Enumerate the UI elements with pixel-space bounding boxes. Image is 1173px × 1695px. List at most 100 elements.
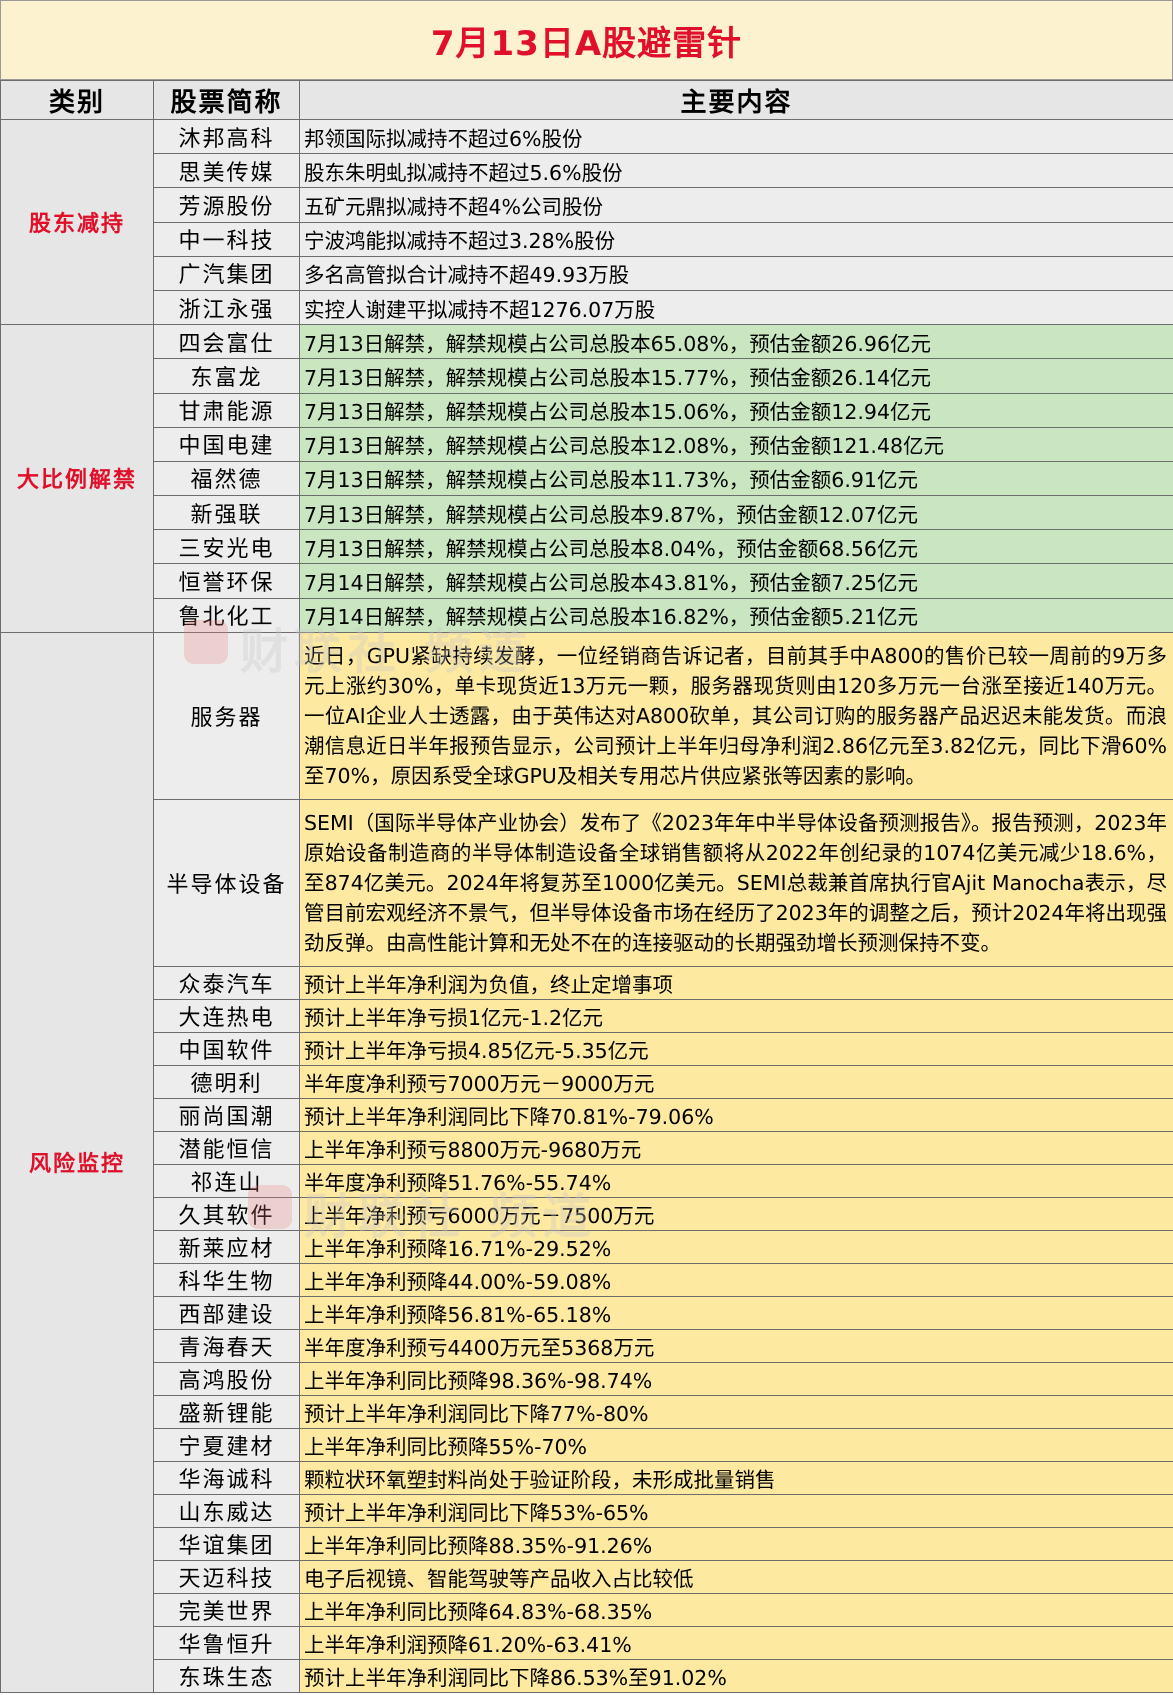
content-cell: 半年度净利预亏7000万元－9000万元 [299, 1064, 1173, 1099]
content-cell: 7月14日解禁，解禁规模占公司总股本43.81%，预估金额7.25亿元 [299, 563, 1173, 599]
stock-name-cell: 众泰汽车 [153, 965, 300, 1000]
content-cell: 7月13日解禁，解禁规模占公司总股本11.73%，预估金额6.91亿元 [299, 460, 1173, 497]
content-cell: 电子后视镜、智能驾驶等产品收入占比较低 [299, 1559, 1173, 1594]
table-row: 青海春天 半年度净利预亏4400万元至5368万元 [1, 1328, 1173, 1363]
content-cell: 7月13日解禁，解禁规模占公司总股本15.06%，预估金额12.94亿元 [299, 392, 1173, 428]
table-row: 大连热电 预计上半年净亏损1亿元-1.2亿元 [1, 998, 1173, 1033]
stock-name-cell: 宁夏建材 [153, 1427, 300, 1462]
table-row: 新强联 7月13日解禁，解禁规模占公司总股本9.87%，预估金额12.07亿元 [1, 495, 1173, 531]
stock-name-cell: 广汽集团 [153, 255, 300, 291]
content-cell: 预计上半年净利润为负值，终止定增事项 [299, 965, 1173, 1000]
stock-name-cell: 服务器 [153, 631, 300, 800]
content-cell: 7月13日解禁，解禁规模占公司总股本15.77%，预估金额26.14亿元 [299, 358, 1173, 394]
table-row: 丽尚国潮 预计上半年净利润同比下降70.81%-79.06% [1, 1097, 1173, 1132]
stock-name-cell: 潜能恒信 [153, 1130, 300, 1165]
content-cell: 上半年净利同比预降55%-70% [299, 1427, 1173, 1462]
stock-name-cell: 芳源股份 [153, 187, 300, 223]
stock-name-cell: 青海春天 [153, 1328, 300, 1363]
category-cell: 大比例解禁 [0, 324, 154, 633]
page-title: 7月13日A股避雷针 [430, 23, 743, 64]
content-cell: 股东朱明虬拟减持不超过5.6%股份 [299, 153, 1173, 189]
stock-name-cell: 盛新锂能 [153, 1394, 300, 1429]
stock-name-cell: 德明利 [153, 1064, 300, 1099]
category-cell: 股东减持 [0, 118, 154, 326]
content-cell: 宁波鸿能拟减持不超过3.28%股份 [299, 221, 1173, 257]
content-cell: 上半年净利预降16.71%-29.52% [299, 1229, 1173, 1264]
content-cell: 半年度净利预亏4400万元至5368万元 [299, 1328, 1173, 1363]
table-row: 鲁北化工 7月14日解禁，解禁规模占公司总股本16.82%，预估金额5.21亿元 [1, 597, 1173, 633]
stock-name-cell: 西部建设 [153, 1295, 300, 1330]
stock-name-cell: 祁连山 [153, 1163, 300, 1198]
content-cell: 预计上半年净亏损1亿元-1.2亿元 [299, 998, 1173, 1033]
table-row: 浙江永强 实控人谢建平拟减持不超1276.07万股 [1, 289, 1173, 326]
content-cell: SEMI（国际半导体产业协会）发布了《2023年年中半导体设备预测报告》。报告预… [299, 798, 1173, 967]
content-cell: 7月13日解禁，解禁规模占公司总股本12.08%，预估金额121.48亿元 [299, 426, 1173, 462]
table-row: 德明利 半年度净利预亏7000万元－9000万元 [1, 1064, 1173, 1099]
content-cell: 预计上半年净亏损4.85亿元-5.35亿元 [299, 1031, 1173, 1066]
content-cell: 五矿元鼎拟减持不超4%公司股份 [299, 187, 1173, 223]
stock-name-cell: 中国软件 [153, 1031, 300, 1066]
stock-name-cell: 华海诚科 [153, 1460, 300, 1495]
table-row: 众泰汽车 预计上半年净利润为负值，终止定增事项 [1, 965, 1173, 1000]
content-cell: 近日，GPU紧缺持续发酵，一位经销商告诉记者，目前其手中A800的售价已较一周前… [299, 631, 1173, 800]
header-name: 股票简称 [153, 80, 300, 120]
stock-name-cell: 恒誉环保 [153, 563, 300, 599]
table-row: 祁连山 半年度净利预降51.76%-55.74% [1, 1163, 1173, 1198]
table-row: 宁夏建材 上半年净利同比预降55%-70% [1, 1427, 1173, 1462]
stock-name-cell: 山东威达 [153, 1493, 300, 1528]
content-cell: 上半年净利预亏6000万元－7500万元 [299, 1196, 1173, 1231]
table-body: 股东减持 沐邦高科 邦领国际拟减持不超过6%股份 思美传媒 股东朱明虬拟减持不超过5.6… [0, 118, 1173, 1693]
header-category: 类别 [0, 80, 154, 120]
stock-warning-table: 类别 股票简称 主要内容 股东减持 沐邦高科 邦领国际拟减持不超过6%股份 思美传媒股… [0, 80, 1173, 1693]
table-row: 大比例解禁 四会富仕 7月13日解禁，解禁规模占公司总股本65.08%，预估金额26… [0, 324, 1173, 633]
table-row: 盛新锂能 预计上半年净利润同比下降77%-80% [1, 1394, 1173, 1429]
table-row: 科华生物 上半年净利预降44.00%-59.08% [1, 1262, 1173, 1297]
stock-name-cell: 完美世界 [153, 1592, 300, 1627]
table-row: 华鲁恒升 上半年净利润预降61.20%-63.41% [1, 1625, 1173, 1660]
content-cell: 半年度净利预降51.76%-55.74% [299, 1163, 1173, 1198]
table-row: 芳源股份 五矿元鼎拟减持不超4%公司股份 [1, 187, 1173, 223]
stock-name-cell: 久其软件 [153, 1196, 300, 1231]
table-row: 三安光电 7月13日解禁，解禁规模占公司总股本8.04%，预估金额68.56亿元 [1, 529, 1173, 565]
table-row: 股东减持 沐邦高科 邦领国际拟减持不超过6%股份 [0, 118, 1173, 326]
stock-name-cell: 科华生物 [153, 1262, 300, 1297]
stock-name-cell: 东富龙 [153, 358, 300, 394]
stock-name-cell: 四会富仕 [153, 324, 300, 360]
table-row: 久其软件 上半年净利预亏6000万元－7500万元 [1, 1196, 1173, 1231]
table-row: 东珠生态 预计上半年净利润同比下降86.53%至91.02% [1, 1658, 1173, 1693]
content-cell: 预计上半年净利润同比下降86.53%至91.02% [299, 1658, 1173, 1693]
table-row: 华海诚科 颗粒状环氧塑封料尚处于验证阶段，未形成批量销售 [1, 1460, 1173, 1495]
content-cell: 7月13日解禁，解禁规模占公司总股本9.87%，预估金额12.07亿元 [299, 495, 1173, 531]
table-row: 广汽集团 多名高管拟合计减持不超49.93万股 [1, 255, 1173, 291]
content-cell: 7月13日解禁，解禁规模占公司总股本65.08%，预估金额26.96亿元 [299, 324, 1173, 360]
table-row: 半导体设备 SEMI（国际半导体产业协会）发布了《2023年年中半导体设备预测报告… [1, 798, 1173, 967]
content-cell: 预计上半年净利润同比下降70.81%-79.06% [299, 1097, 1173, 1132]
content-cell: 上半年净利润预降61.20%-63.41% [299, 1625, 1173, 1660]
table-row: 山东威达 预计上半年净利润同比下降53%-65% [1, 1493, 1173, 1528]
content-cell: 上半年净利同比预降88.35%-91.26% [299, 1526, 1173, 1561]
stock-name-cell: 三安光电 [153, 529, 300, 565]
stock-name-cell: 浙江永强 [153, 289, 300, 326]
stock-name-cell: 沐邦高科 [153, 118, 300, 155]
content-cell: 7月14日解禁，解禁规模占公司总股本16.82%，预估金额5.21亿元 [299, 597, 1173, 633]
header-content: 主要内容 [299, 80, 1173, 120]
content-cell: 上半年净利预降44.00%-59.08% [299, 1262, 1173, 1297]
stock-name-cell: 东珠生态 [153, 1658, 300, 1693]
table-row: 西部建设 上半年净利预降56.81%-65.18% [1, 1295, 1173, 1330]
table-row: 中国电建 7月13日解禁，解禁规模占公司总股本12.08%，预估金额121.48亿… [1, 426, 1173, 462]
stock-name-cell: 华谊集团 [153, 1526, 300, 1561]
table-row: 华谊集团 上半年净利同比预降88.35%-91.26% [1, 1526, 1173, 1561]
stock-name-cell: 中一科技 [153, 221, 300, 257]
table-row: 风险监控 服务器 近日，GPU紧缺持续发酵，一位经销商告诉记者，目前其手中A800的… [0, 631, 1173, 1693]
stock-name-cell: 新莱应材 [153, 1229, 300, 1264]
content-cell: 预计上半年净利润同比下降77%-80% [299, 1394, 1173, 1429]
content-cell: 上半年净利预亏8800万元-9680万元 [299, 1130, 1173, 1165]
stock-name-cell: 中国电建 [153, 426, 300, 462]
content-cell: 预计上半年净利润同比下降53%-65% [299, 1493, 1173, 1528]
content-cell: 上半年净利预降56.81%-65.18% [299, 1295, 1173, 1330]
table-row: 东富龙 7月13日解禁，解禁规模占公司总股本15.77%，预估金额26.14亿元 [1, 358, 1173, 394]
table-row: 恒誉环保 7月14日解禁，解禁规模占公司总股本43.81%，预估金额7.25亿元 [1, 563, 1173, 599]
content-cell: 实控人谢建平拟减持不超1276.07万股 [299, 289, 1173, 326]
stock-name-cell: 丽尚国潮 [153, 1097, 300, 1132]
table-row: 潜能恒信 上半年净利预亏8800万元-9680万元 [1, 1130, 1173, 1165]
